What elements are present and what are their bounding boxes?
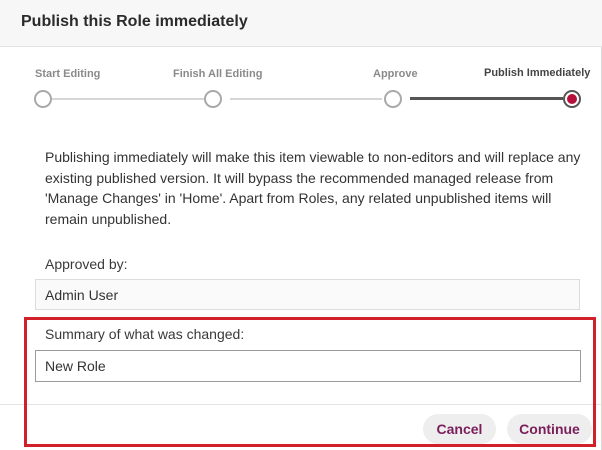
approved-by-label: Approved by:	[45, 256, 128, 272]
step-connector	[52, 98, 204, 100]
step-node-publish-immediately	[563, 90, 581, 108]
publish-dialog: Publish this Role immediately Start Edit…	[0, 0, 602, 450]
step-label-start-editing: Start Editing	[35, 68, 101, 80]
step-node-finish-all-editing	[204, 90, 222, 108]
step-connector	[230, 98, 382, 100]
summary-label: Summary of what was changed:	[45, 326, 245, 342]
step-label-publish-immediately: Publish Immediately	[484, 67, 591, 79]
step-connector-active	[410, 97, 563, 100]
approved-by-value: Admin User	[45, 287, 119, 303]
step-node-approve	[384, 90, 402, 108]
step-node-start-editing	[34, 90, 52, 108]
approved-by-field: Admin User	[35, 279, 580, 310]
dialog-header: Publish this Role immediately	[0, 0, 602, 47]
dialog-title: Publish this Role immediately	[21, 13, 248, 30]
summary-input[interactable]	[35, 350, 581, 382]
footer-divider	[0, 404, 602, 405]
continue-button[interactable]: Continue	[507, 414, 592, 444]
step-label-approve: Approve	[373, 68, 418, 80]
publish-description: Publishing immediately will make this it…	[45, 149, 581, 227]
cancel-button[interactable]: Cancel	[423, 414, 496, 444]
step-label-finish-all-editing: Finish All Editing	[173, 68, 263, 80]
